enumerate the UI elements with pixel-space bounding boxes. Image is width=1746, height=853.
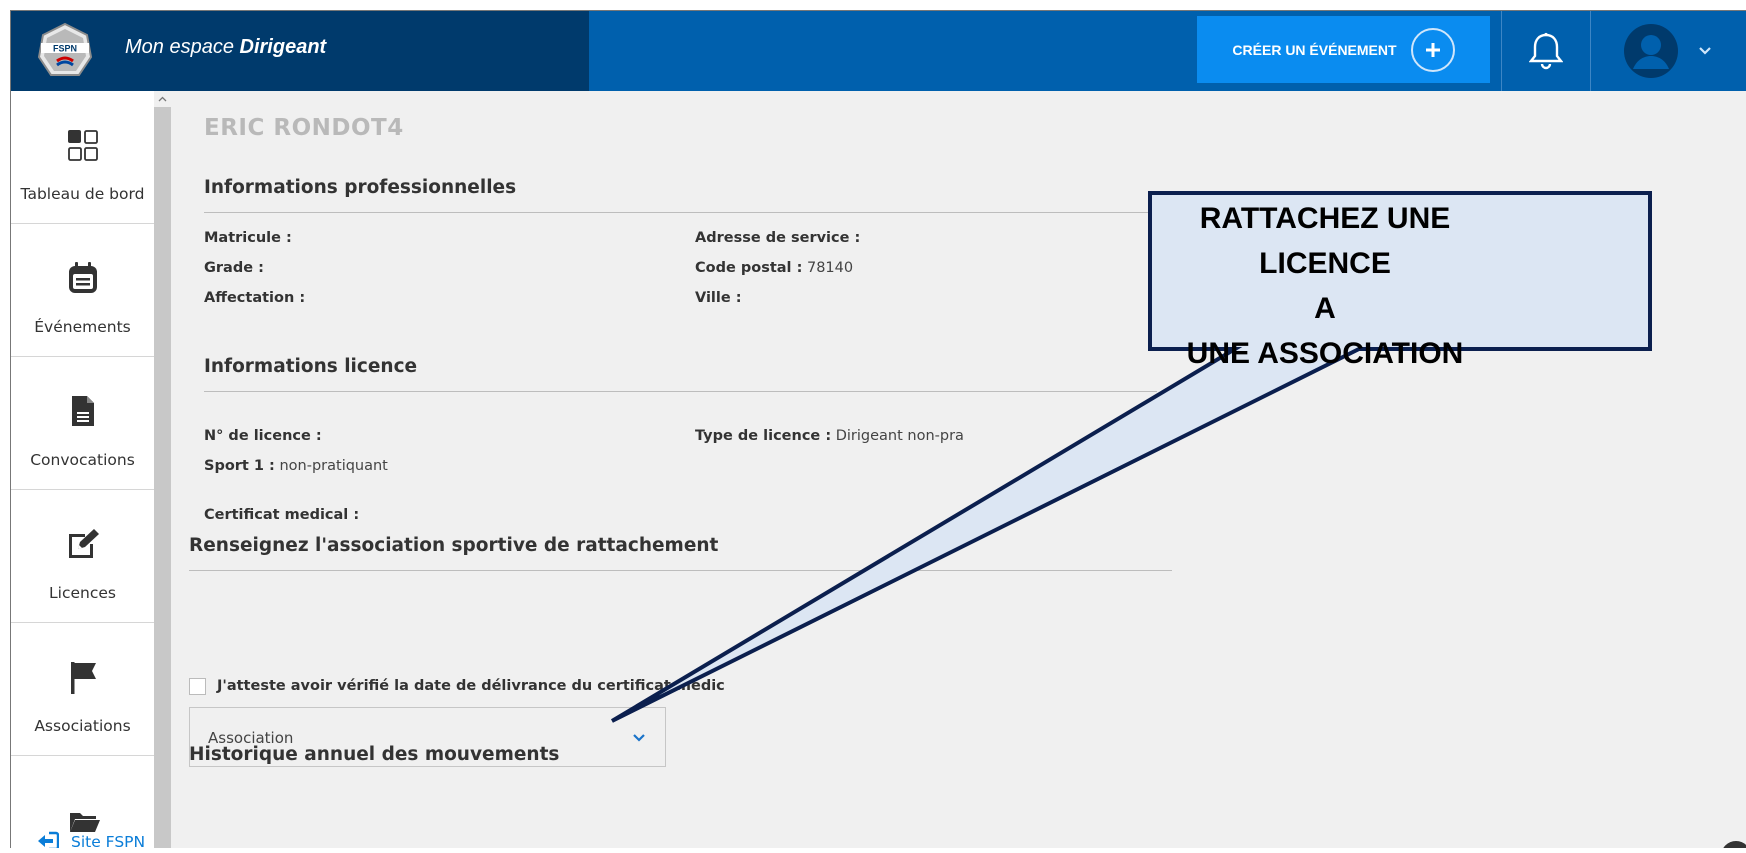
sidebar-item-associations[interactable]: Associations [11, 623, 154, 756]
matricule-label: Matricule : [204, 230, 292, 246]
code-postal-field: Code postal : 78140 [695, 260, 853, 276]
plus-circle-icon [1410, 27, 1455, 72]
sidebar-item-label: Licences [49, 584, 116, 602]
sidebar-item-label: Tableau de bord [20, 185, 145, 203]
sidebar-item-label: Événements [34, 318, 131, 336]
divider [189, 570, 1172, 571]
main-content: ERIC RONDOT4 Informations professionnell… [171, 91, 1746, 848]
sidebar-item-dashboard[interactable]: Tableau de bord [11, 91, 154, 224]
user-menu-button[interactable] [1611, 11, 1746, 91]
ville-field: Ville : [695, 290, 742, 306]
exit-arrow-icon [38, 831, 59, 848]
grade-label: Grade : [204, 260, 264, 276]
licence-type-label: Type de licence : [695, 428, 832, 444]
document-icon [70, 391, 96, 431]
brand-title: Mon espace Dirigeant [125, 36, 326, 59]
site-fspn-link[interactable]: Site FSPN [11, 809, 154, 848]
affectation-field: Affectation : [204, 290, 305, 306]
sidebar-scrollbar[interactable] [154, 91, 171, 848]
matricule-field: Matricule : [204, 230, 292, 246]
ville-label: Ville : [695, 290, 742, 306]
scroll-up-button[interactable] [154, 91, 171, 107]
sport-value: non-pratiquant [279, 458, 388, 474]
bell-icon [1529, 32, 1563, 70]
history-heading: Historique annuel des mouvements [189, 744, 560, 765]
pro-info-heading: Informations professionnelles [204, 177, 517, 198]
create-event-label: CRÉER UN ÉVÉNEMENT [1232, 41, 1397, 58]
sidebar-item-events[interactable]: Événements [11, 224, 154, 357]
certificat-field: Certificat medical : [204, 507, 359, 523]
chevron-up-icon [158, 96, 167, 102]
licence-number-label: N° de licence : [204, 428, 322, 444]
licence-number-field: N° de licence : [204, 428, 322, 444]
sidebar-item-label: Convocations [30, 451, 135, 469]
attest-checkbox[interactable] [189, 678, 206, 695]
folder-icon [70, 813, 100, 832]
certificat-label: Certificat medical : [204, 507, 360, 523]
licence-type-value: Dirigeant non-pra [835, 428, 964, 444]
fspn-logo[interactable]: FSPN [35, 21, 95, 81]
divider [204, 391, 1157, 392]
create-event-button[interactable]: CRÉER UN ÉVÉNEMENT [1197, 16, 1490, 83]
avatar-icon [1624, 24, 1678, 78]
sidebar-item-label: Associations [34, 717, 131, 735]
brand-area: FSPN Mon espace Dirigeant [11, 11, 589, 91]
page-title: ERIC RONDOT4 [204, 115, 404, 141]
adresse-field: Adresse de service : [695, 230, 860, 246]
calendar-icon [67, 258, 99, 298]
association-heading: Renseignez l'association sportive de rat… [189, 535, 719, 556]
flag-icon [68, 657, 98, 697]
notifications-button[interactable] [1501, 11, 1591, 91]
edit-icon [66, 524, 100, 564]
sport-field: Sport 1 : non-pratiquant [204, 458, 388, 474]
app-window: FSPN Mon espace Dirigeant CRÉER UN ÉVÉNE… [10, 10, 1746, 848]
licence-type-field: Type de licence : Dirigeant non-pra [695, 428, 964, 444]
brand-prefix: Mon espace [125, 36, 240, 58]
site-fspn-label: Site FSPN [71, 833, 145, 848]
brand-emphasis: Dirigeant [239, 36, 327, 58]
top-header: FSPN Mon espace Dirigeant CRÉER UN ÉVÉNE… [11, 11, 1746, 91]
licence-info-heading: Informations licence [204, 356, 418, 377]
sport-label: Sport 1 : [204, 458, 275, 474]
divider [204, 212, 1204, 213]
code-postal-value: 78140 [806, 260, 854, 276]
sidebar-item-convocations[interactable]: Convocations [11, 357, 154, 490]
code-postal-label: Code postal : [695, 260, 803, 276]
chevron-down-icon [1699, 47, 1711, 55]
adresse-label: Adresse de service : [695, 230, 861, 246]
dashboard-grid-icon [66, 125, 100, 165]
sidebar: Tableau de bord Événements Convocations … [11, 91, 154, 848]
logo-text: FSPN [53, 44, 77, 54]
grade-field: Grade : [204, 260, 264, 276]
affectation-label: Affectation : [204, 290, 306, 306]
sidebar-item-licences[interactable]: Licences [11, 490, 154, 623]
chevron-down-icon [633, 734, 645, 742]
attest-label: J'atteste avoir vérifié la date de déliv… [217, 678, 725, 694]
